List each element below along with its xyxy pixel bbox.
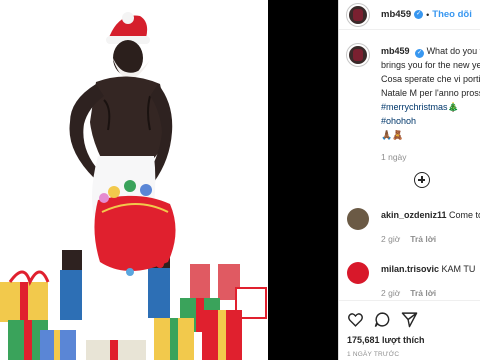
caption-line: Cosa sperate che vi porti xyxy=(381,74,480,84)
comment-username[interactable]: milan.trisovic xyxy=(381,264,439,274)
commenter-avatar[interactable] xyxy=(347,208,369,230)
post-actions: 175,681 lượt thích 1 NGÀY TRƯỚC xyxy=(339,300,480,360)
comment-item: akin_ozdeniz11 Come to 2 giờ Trả lời xyxy=(347,208,480,246)
comment-body: milan.trisovic KAM TU 2 giờ Trả lời xyxy=(381,262,475,300)
caption-avatar[interactable] xyxy=(347,44,369,66)
black-letterbox xyxy=(268,0,338,360)
commenter-avatar[interactable] xyxy=(347,262,369,284)
comment-time: 2 giờ xyxy=(381,234,401,244)
caption-emoji: 🙏🏾🧸 xyxy=(381,130,404,140)
caption-line: mb459 ✓ What do you think Santa xyxy=(381,44,480,58)
verified-icon: ✓ xyxy=(415,49,425,58)
comment-text: Come to xyxy=(449,210,480,220)
reply-button[interactable]: Trả lời xyxy=(410,234,436,244)
reply-button[interactable]: Trả lời xyxy=(410,288,436,298)
separator-dot: • xyxy=(426,9,430,20)
verified-icon: ✓ xyxy=(414,10,424,19)
comment-item: milan.trisovic KAM TU 2 giờ Trả lời xyxy=(347,262,475,300)
caption-line: Natale M per l'anno prossimo xyxy=(381,88,480,98)
caption-line-text: What do you think Santa xyxy=(426,46,480,56)
caption-text: mb459 ✓ What do you think Santa brings y… xyxy=(381,44,480,164)
post-side-panel: mb459 ✓ • Theo dõi mb459 ✓ What do you t… xyxy=(338,0,480,360)
action-icons xyxy=(347,311,418,328)
comment-meta: 2 giờ Trả lời xyxy=(381,286,475,300)
comment-body: akin_ozdeniz11 Come to 2 giờ Trả lời xyxy=(381,208,480,246)
caption-timestamp: 1 ngày xyxy=(381,152,407,162)
post-caption: mb459 ✓ What do you think Santa brings y… xyxy=(347,44,480,164)
comment-username[interactable]: akin_ozdeniz11 xyxy=(381,210,447,220)
post-photo[interactable] xyxy=(0,0,268,360)
follow-button[interactable]: Theo dõi xyxy=(432,9,472,20)
caption-username[interactable]: mb459 xyxy=(381,46,410,56)
post-username[interactable]: mb459 xyxy=(381,9,411,20)
avatar-image xyxy=(353,8,363,21)
comment-meta: 2 giờ Trả lời xyxy=(381,232,480,246)
avatar-image xyxy=(353,49,363,61)
santa-photo-illustration xyxy=(0,0,268,360)
share-icon[interactable] xyxy=(401,311,418,328)
comment-time: 2 giờ xyxy=(381,288,401,298)
avatar[interactable] xyxy=(347,3,369,26)
caption-line: brings you for the new year? xyxy=(381,60,480,70)
hashtag-link[interactable]: #merrychristmas🎄 xyxy=(381,100,480,114)
like-count[interactable]: 175,681 lượt thích xyxy=(347,335,424,345)
heart-icon[interactable] xyxy=(347,311,364,328)
post-date: 1 NGÀY TRƯỚC xyxy=(347,351,400,358)
hashtag-link[interactable]: #ohohoh xyxy=(381,114,480,128)
comment-icon[interactable] xyxy=(374,311,391,328)
comment-text: KAM TU xyxy=(441,264,476,274)
load-more-comments-icon[interactable] xyxy=(414,172,430,188)
post-header: mb459 ✓ • Theo dõi xyxy=(339,0,480,30)
